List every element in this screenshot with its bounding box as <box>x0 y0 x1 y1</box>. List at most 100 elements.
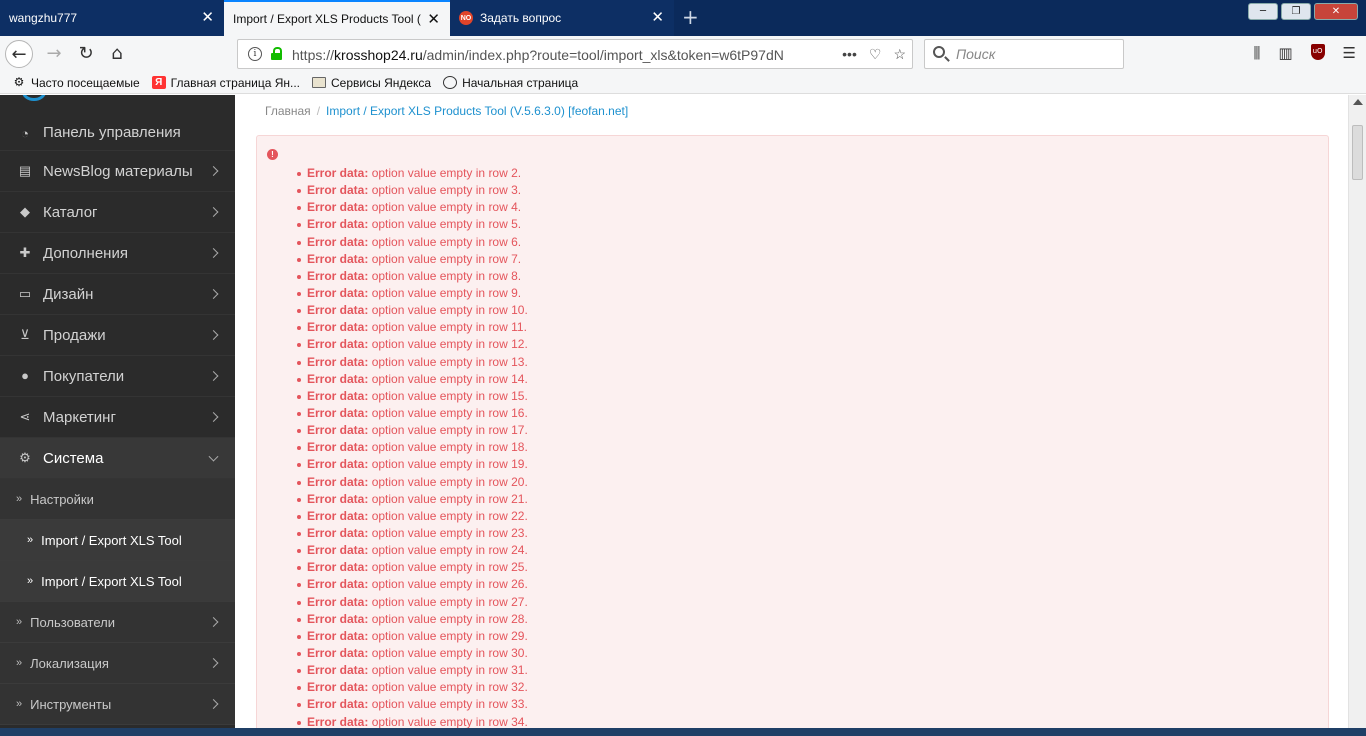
close-tab-icon[interactable]: ✕ <box>427 12 440 27</box>
error-label: Error data: <box>307 457 369 472</box>
sidebar-item-newsblog[interactable]: ▤ NewsBlog материалы <box>0 151 235 192</box>
sidebar-item-dashboard[interactable]: ◔ Панель управления <box>0 95 235 151</box>
error-label: Error data: <box>307 663 369 678</box>
error-message: option value empty in row 19. <box>371 457 528 472</box>
library-icon[interactable]: ⫼ <box>1253 44 1260 62</box>
error-label: Error data: <box>307 474 369 489</box>
error-message: option value empty in row 2. <box>371 166 522 180</box>
sidebar-item-design[interactable]: ▭ Дизайн <box>0 274 235 315</box>
chevron-right-icon <box>208 248 219 258</box>
sidebar-subitem-label: Import / Export XLS Tool <box>41 573 182 589</box>
back-button[interactable]: ← <box>5 40 33 68</box>
url-text[interactable]: https://krosshop24.ru/admin/index.php?ro… <box>292 47 827 63</box>
sidebar-item-marketing[interactable]: ⋖ Маркетинг <box>0 397 235 438</box>
breadcrumb-current[interactable]: Import / Export XLS Products Tool (V.5.6… <box>326 104 628 118</box>
sidebar-subitem-label: Пользователи <box>30 614 115 630</box>
error-message: option value empty in row 4. <box>371 200 522 215</box>
scroll-up-icon[interactable] <box>1353 99 1363 105</box>
error-message: option value empty in row 21. <box>371 491 528 506</box>
breadcrumb-home[interactable]: Главная <box>265 104 311 118</box>
sidebar-subitem-tools[interactable]: » Инструменты <box>0 684 235 725</box>
error-row: Error data: option value empty in row 14… <box>297 371 528 388</box>
pocket-icon[interactable]: ♡ <box>869 46 882 63</box>
sidebar-item-label: Дизайн <box>43 285 94 303</box>
sidebar-subitem-import-export-1[interactable]: » Import / Export XLS Tool <box>0 520 235 561</box>
bookmark-most-visited[interactable]: ⚙ Часто посещаемые <box>12 76 140 90</box>
sidebar-item-label: Дополнения <box>43 244 128 262</box>
restore-icon[interactable]: ❐ <box>1281 3 1311 20</box>
chevron-right-icon <box>208 617 219 627</box>
error-label: Error data: <box>307 183 369 198</box>
sidebar-item-system[interactable]: ⚙ Система <box>0 438 235 479</box>
url-prefix: https:// <box>292 47 335 63</box>
error-message: option value empty in row 11. <box>371 320 527 335</box>
main-content: Главная / Import / Export XLS Products Too… <box>235 95 1348 728</box>
sidebar-subitem-settings[interactable]: » Настройки <box>0 479 235 520</box>
error-row: Error data: option value empty in row 19… <box>297 456 528 473</box>
sidebar-toggle-icon[interactable]: ▥ <box>1278 44 1292 62</box>
error-message: option value empty in row 23. <box>371 525 528 540</box>
breadcrumb-separator: / <box>316 104 321 118</box>
search-input[interactable]: Поиск <box>924 39 1124 69</box>
error-row: Error data: option value empty in row 24… <box>297 542 528 559</box>
url-path: /admin/index.php?route=tool/import_xls&t… <box>422 47 784 63</box>
bookmark-label: Сервисы Яндекса <box>331 75 432 90</box>
error-label: Error data: <box>307 166 369 180</box>
tab-import-export[interactable]: Import / Export XLS Products Tool ( ✕ <box>224 0 450 36</box>
page-scrollbar[interactable] <box>1348 95 1366 728</box>
window-close-icon[interactable]: ✕ <box>1314 3 1358 20</box>
error-label: Error data: <box>307 234 369 249</box>
address-bar[interactable]: i https://krosshop24.ru/admin/index.php?… <box>237 39 913 69</box>
close-tab-icon[interactable]: ✕ <box>201 10 214 25</box>
sidebar-item-label: Продажи <box>43 326 106 344</box>
search-icon <box>933 46 945 58</box>
sidebar-subitem-localisation[interactable]: » Локализация <box>0 643 235 684</box>
sidebar-subitem-users[interactable]: » Пользователи <box>0 602 235 643</box>
folder-icon <box>312 77 327 88</box>
sidebar-subitem-import-export-2[interactable]: » Import / Export XLS Tool <box>0 561 235 602</box>
error-row: Error data: option value empty in row 15… <box>297 388 528 405</box>
bookmark-yandex-services[interactable]: Сервисы Яндекса <box>312 76 431 90</box>
bookmark-yandex-home[interactable]: Я Главная страница Ян... <box>151 76 300 90</box>
search-placeholder: Поиск <box>956 46 996 62</box>
minimize-icon[interactable]: ─ <box>1248 3 1278 20</box>
error-message: option value empty in row 24. <box>371 543 528 558</box>
tab-label: Import / Export XLS Products Tool ( <box>233 12 421 26</box>
page-actions-icon[interactable]: ••• <box>842 46 857 63</box>
error-label: Error data: <box>307 525 369 540</box>
sidebar-item-customers[interactable]: ● Покупатели <box>0 356 235 397</box>
error-row: Error data: option value empty in row 4. <box>297 199 528 216</box>
sidebar-item-sales[interactable]: ⊻ Продажи <box>0 315 235 356</box>
sidebar-item-extensions[interactable]: ✚ Дополнения <box>0 233 235 274</box>
toolbar-icons: ⫼ ▥ uO ☰ <box>1253 44 1356 62</box>
sidebar-item-catalog[interactable]: ◆ Каталог <box>0 192 235 233</box>
close-tab-icon[interactable]: ✕ <box>651 10 664 25</box>
forward-button[interactable]: → <box>40 40 68 68</box>
ublock-icon[interactable]: uO <box>1310 44 1325 60</box>
tab-ask-question[interactable]: NO Задать вопрос ✕ <box>450 0 674 36</box>
error-row: Error data: option value empty in row 22… <box>297 508 528 525</box>
lock-icon[interactable] <box>271 47 282 60</box>
bookmark-star-icon[interactable]: ☆ <box>893 46 906 63</box>
puzzle-icon: ✚ <box>19 245 31 260</box>
error-row: Error data: option value empty in row 27… <box>297 594 528 611</box>
tab-wangzhu[interactable]: wangzhu777 ✕ <box>0 0 224 36</box>
home-button[interactable]: ⌂ <box>103 40 131 68</box>
reload-button[interactable]: ↻ <box>72 40 100 68</box>
error-label: Error data: <box>307 560 369 575</box>
scrollbar-thumb[interactable] <box>1352 125 1363 180</box>
menu-icon[interactable]: ☰ <box>1343 44 1356 62</box>
error-label: Error data: <box>307 371 369 386</box>
info-icon[interactable]: i <box>248 47 262 61</box>
newspaper-icon: ▤ <box>18 163 32 178</box>
bookmark-start-page[interactable]: Начальная страница <box>443 76 578 90</box>
error-row: Error data: option value empty in row 23… <box>297 525 528 542</box>
new-tab-icon[interactable]: + <box>682 0 699 36</box>
error-message: option value empty in row 3. <box>371 183 522 198</box>
yandex-icon: Я <box>151 76 166 89</box>
error-message: option value empty in row 34. <box>371 714 528 729</box>
error-message: option value empty in row 8. <box>371 268 522 283</box>
error-label: Error data: <box>307 217 369 232</box>
error-label: Error data: <box>307 268 369 283</box>
error-label: Error data: <box>307 354 369 369</box>
